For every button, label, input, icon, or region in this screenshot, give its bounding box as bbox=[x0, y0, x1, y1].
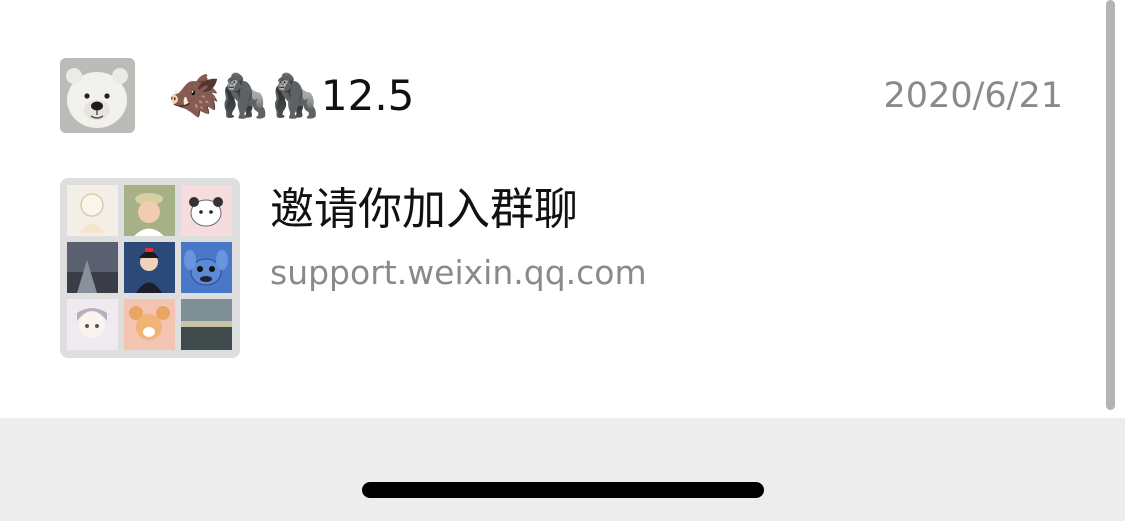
scrollbar[interactable] bbox=[1106, 0, 1115, 410]
member-avatar bbox=[181, 242, 232, 293]
chat-screen: 🐗🦍🦍 12.5 2020/6/21 邀请你加入群聊 support.weixi… bbox=[0, 0, 1125, 521]
member-avatar bbox=[67, 242, 118, 293]
polar-bear-avatar-icon bbox=[60, 58, 135, 133]
member-avatar bbox=[181, 185, 232, 236]
sender-name: 12.5 bbox=[320, 71, 415, 120]
member-avatar bbox=[124, 299, 175, 350]
member-avatar bbox=[181, 299, 232, 350]
link-url[interactable]: support.weixin.qq.com bbox=[270, 251, 647, 295]
message-date: 2020/6/21 bbox=[883, 76, 1063, 116]
sender-name-row: 🐗🦍🦍 12.5 bbox=[168, 66, 414, 126]
member-avatar bbox=[124, 185, 175, 236]
member-avatar bbox=[124, 242, 175, 293]
member-avatar bbox=[67, 299, 118, 350]
sender-emoji: 🐗🦍🦍 bbox=[168, 71, 321, 120]
sender-avatar[interactable] bbox=[60, 58, 135, 133]
home-indicator[interactable] bbox=[362, 482, 764, 498]
member-avatar bbox=[67, 185, 118, 236]
message-card[interactable]: 🐗🦍🦍 12.5 2020/6/21 邀请你加入群聊 support.weixi… bbox=[0, 0, 1125, 418]
link-title[interactable]: 邀请你加入群聊 bbox=[270, 180, 578, 240]
group-avatar-grid-icon[interactable] bbox=[60, 178, 240, 358]
bottom-safe-area bbox=[0, 418, 1125, 521]
